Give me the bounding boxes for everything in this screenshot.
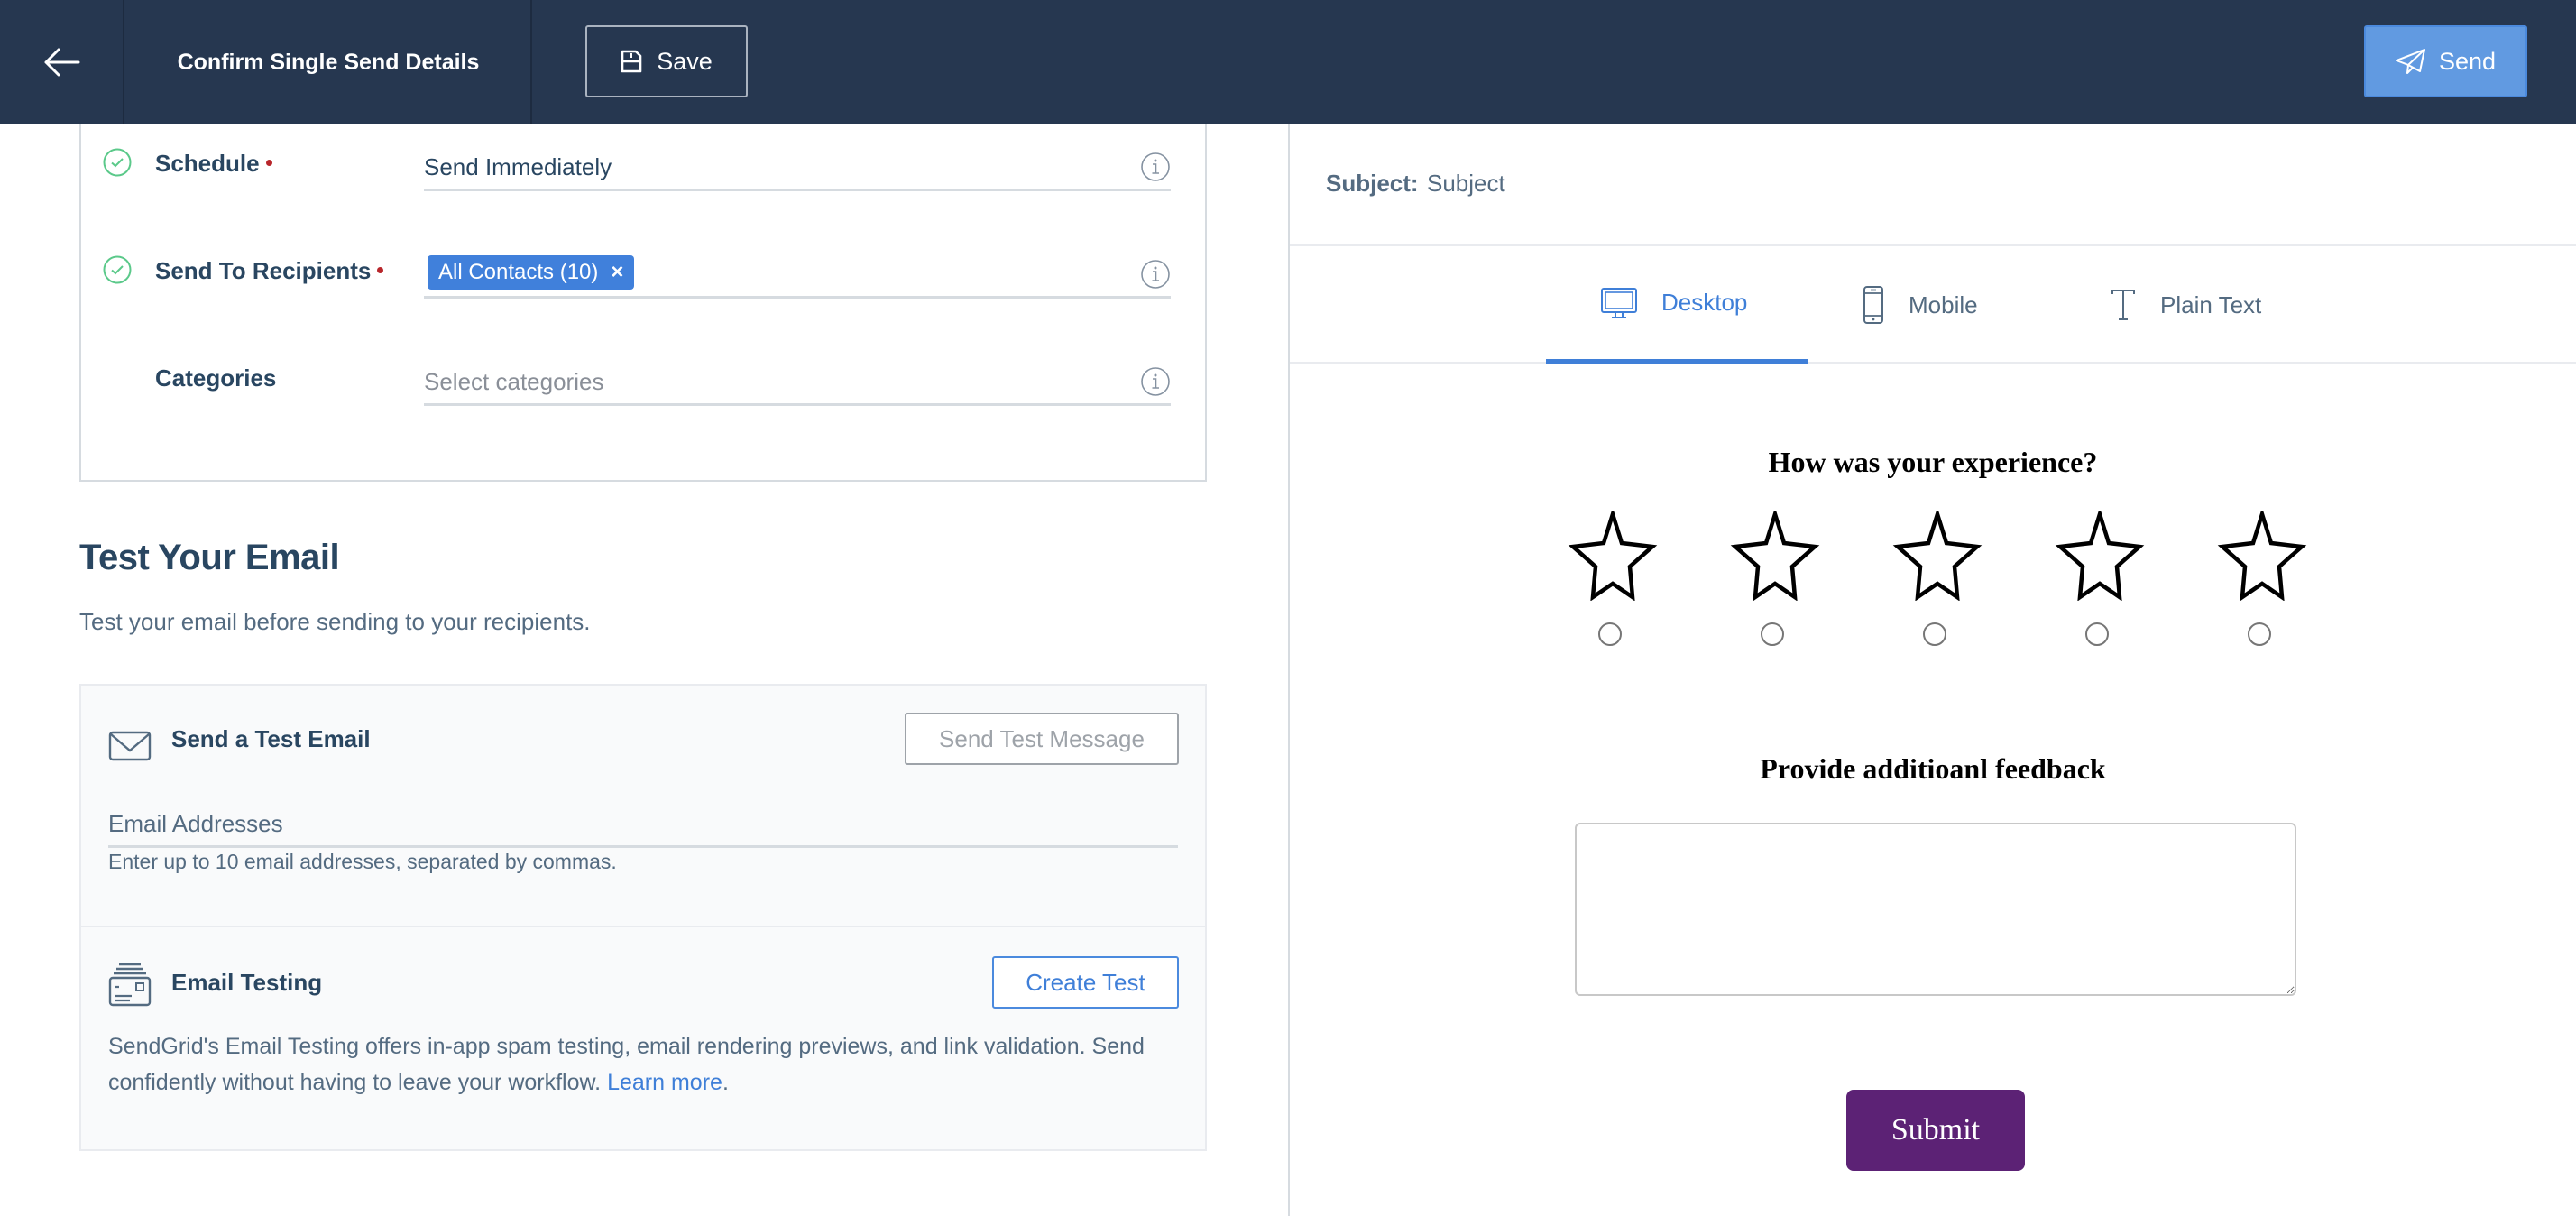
mobile-phone-icon (1863, 286, 1883, 324)
categories-select[interactable]: Select categories (424, 357, 1171, 406)
tab-desktop[interactable]: Desktop (1546, 246, 1808, 364)
star-outline-icon (1892, 511, 1983, 601)
email-addresses-help: Enter up to 10 email addresses, separate… (108, 850, 617, 873)
schedule-label: Schedule (155, 150, 272, 178)
tab-desktop-label: Desktop (1661, 289, 1748, 316)
info-icon[interactable] (1140, 152, 1171, 182)
envelope-icon (108, 731, 152, 761)
rating-option[interactable] (2051, 511, 2150, 655)
tab-plain-text-label: Plain Text (2160, 290, 2262, 318)
recipients-field-row: Send To Recipients All Contacts (10) × (81, 232, 1205, 304)
back-button[interactable] (0, 0, 124, 124)
email-addresses-input[interactable]: Email Addresses (108, 797, 1178, 848)
rating-question: How was your experience? (1768, 446, 2098, 478)
send-label: Send (2438, 47, 2497, 75)
check-circle-icon (103, 255, 132, 284)
feedback-heading: Provide additioanl feedback (1760, 752, 2106, 785)
rating-option[interactable] (2213, 511, 2313, 655)
floppy-disk-icon (621, 50, 642, 73)
categories-field-row: Categories Select categories (81, 339, 1205, 411)
top-header: Confirm Single Send Details Save Send (0, 0, 2576, 124)
rating-radio[interactable] (2248, 622, 2271, 646)
save-label: Save (657, 47, 713, 75)
email-preview: How was your experience? Provide additio… (1290, 364, 2576, 1216)
recipient-chip: All Contacts (10) × (428, 255, 635, 290)
test-email-subtitle: Test your email before sending to your r… (79, 608, 591, 635)
email-testing-icon (108, 963, 152, 1007)
send-test-title: Send a Test Email (171, 725, 371, 752)
rating-option[interactable] (1726, 511, 1826, 655)
send-test-message-button[interactable]: Send Test Message (905, 713, 1179, 765)
star-outline-icon (2217, 511, 2307, 601)
tab-mobile[interactable]: Mobile (1808, 246, 2056, 364)
star-outline-icon (2055, 511, 2145, 601)
email-testing-card: Email Testing Create Test SendGrid's Ema… (79, 926, 1207, 1151)
rating-radio[interactable] (2085, 622, 2109, 646)
subject-row: Subject: Subject (1290, 124, 2576, 246)
rating-radio[interactable] (1598, 622, 1622, 646)
categories-label: Categories (155, 364, 277, 392)
submit-button[interactable]: Submit (1846, 1090, 2025, 1171)
star-outline-icon (1730, 511, 1820, 601)
create-test-button[interactable]: Create Test (992, 956, 1179, 1009)
send-button[interactable]: Send (2364, 25, 2527, 97)
rating-option[interactable] (1889, 511, 1988, 655)
recipients-select[interactable]: All Contacts (10) × (424, 250, 1171, 299)
save-button[interactable]: Save (585, 25, 748, 97)
text-t-icon (2111, 290, 2135, 320)
tab-mobile-label: Mobile (1909, 290, 1978, 318)
required-indicator (265, 160, 272, 166)
star-outline-icon (1568, 511, 1658, 601)
preview-tabs: Desktop Mobile Plain Text (1290, 246, 2576, 364)
categories-placeholder: Select categories (424, 368, 604, 395)
info-icon[interactable] (1140, 366, 1171, 397)
chip-remove-icon[interactable]: × (611, 260, 623, 285)
rating-option[interactable] (1564, 511, 1663, 655)
chip-label: All Contacts (10) (438, 260, 599, 284)
rating-radio[interactable] (1923, 622, 1946, 646)
page-title: Confirm Single Send Details (126, 0, 532, 124)
send-details-card: Schedule Send Immediately Send To Recipi… (79, 124, 1207, 482)
paper-plane-icon (2395, 49, 2425, 74)
learn-more-link[interactable]: Learn more (607, 1070, 722, 1095)
schedule-field-row: Schedule Send Immediately (81, 124, 1205, 197)
tab-plain-text[interactable]: Plain Text (2056, 246, 2344, 364)
email-testing-title: Email Testing (171, 969, 323, 996)
email-addresses-placeholder: Email Addresses (108, 810, 283, 837)
check-circle-icon (103, 148, 132, 177)
send-test-email-card: Send a Test Email Send Test Message Emai… (79, 684, 1207, 927)
subject-value: Subject (1427, 170, 1505, 197)
schedule-value: Send Immediately (424, 153, 612, 180)
email-testing-description: SendGrid's Email Testing offers in-app s… (108, 1034, 1145, 1095)
recipients-label: Send To Recipients (155, 257, 384, 285)
test-email-heading: Test Your Email (79, 538, 340, 577)
star-rating (1564, 511, 2322, 655)
info-icon[interactable] (1140, 259, 1171, 290)
rating-radio[interactable] (1761, 622, 1784, 646)
desktop-monitor-icon (1601, 287, 1637, 318)
arrow-left-icon (44, 48, 80, 77)
feedback-textarea[interactable] (1575, 823, 2296, 996)
subject-label: Subject: (1326, 170, 1419, 197)
schedule-select[interactable]: Send Immediately (424, 143, 1171, 191)
required-indicator (377, 267, 384, 273)
